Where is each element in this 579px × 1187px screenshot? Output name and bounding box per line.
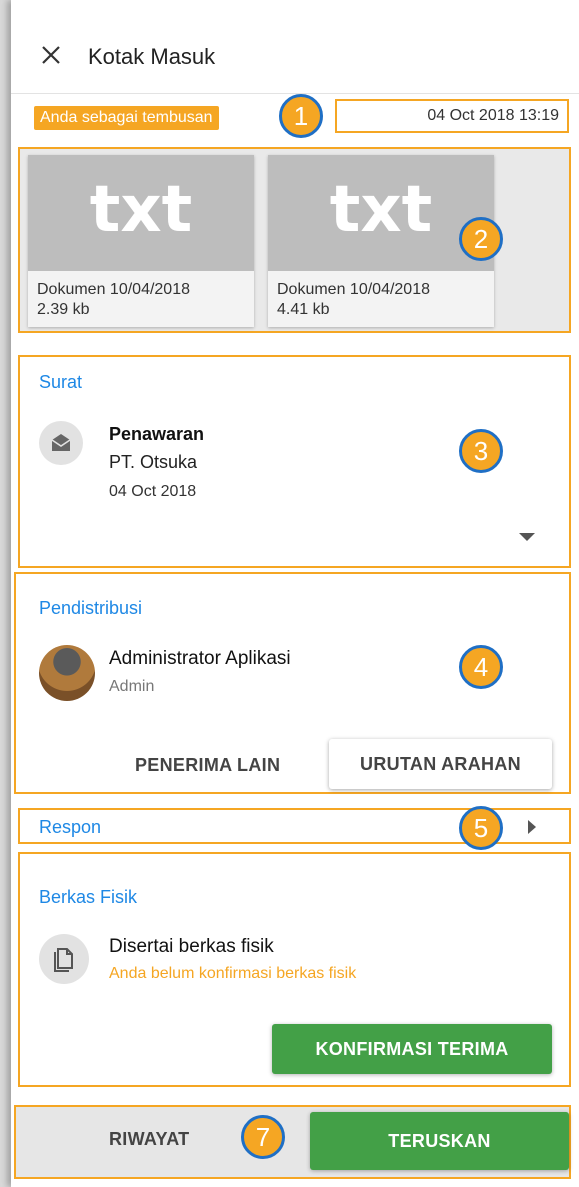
confirm-receive-button[interactable]: KONFIRMASI TERIMA <box>272 1024 552 1074</box>
marker-5: 5 <box>459 806 503 850</box>
attachment-card[interactable]: txt Dokumen 10/04/2018 2.39 kb <box>28 155 254 327</box>
distributor-role: Admin <box>109 678 155 695</box>
marker-4: 4 <box>459 645 503 689</box>
bottom-action-bar: RIWAYAT TERUSKAN <box>14 1105 571 1179</box>
section-title: Berkas Fisik <box>39 887 138 907</box>
forward-button[interactable]: TERUSKAN <box>310 1112 569 1170</box>
marker-7: 7 <box>241 1115 285 1159</box>
marker-2: 2 <box>459 217 503 261</box>
mail-open-icon <box>39 421 83 465</box>
section-title: Pendistribusi <box>39 598 143 618</box>
physical-file-label: Disertai berkas fisik <box>109 936 274 957</box>
attachment-size: 2.39 kb <box>37 301 90 318</box>
close-icon[interactable] <box>39 43 63 67</box>
app-screen: Kotak Masuk Anda sebagai tembusan 04 Oct… <box>11 0 579 1187</box>
physical-file-status: Anda belum konfirmasi berkas fisik <box>109 965 357 982</box>
physical-file-section: Berkas Fisik Disertai berkas fisik Anda … <box>18 852 571 1087</box>
txt-file-icon: txt <box>268 155 494 271</box>
attachment-name: Dokumen 10/04/2018 <box>37 281 190 298</box>
letter-sender: PT. Otsuka <box>109 452 198 472</box>
section-title: Respon <box>39 817 102 837</box>
distributor-name: Administrator Aplikasi <box>109 648 291 669</box>
chevron-down-icon[interactable] <box>517 531 537 543</box>
avatar <box>39 645 95 701</box>
page-title: Kotak Masuk <box>88 44 216 69</box>
direction-order-button[interactable]: URUTAN ARAHAN <box>329 739 552 789</box>
chevron-right-icon[interactable] <box>526 819 538 835</box>
marker-3: 3 <box>459 429 503 473</box>
app-header: Kotak Masuk <box>11 0 579 94</box>
attachment-name: Dokumen 10/04/2018 <box>277 281 430 298</box>
cc-badge: Anda sebagai tembusan <box>34 106 219 130</box>
received-datetime: 04 Oct 2018 13:19 <box>335 99 569 133</box>
letter-date: 04 Oct 2018 <box>109 483 197 500</box>
attachment-size: 4.41 kb <box>277 301 330 318</box>
document-icon <box>39 934 89 984</box>
other-recipients-button[interactable]: PENERIMA LAIN <box>135 755 280 776</box>
txt-file-icon: txt <box>28 155 254 271</box>
marker-1: 1 <box>279 94 323 138</box>
section-title: Surat <box>39 372 83 392</box>
history-button[interactable]: RIWAYAT <box>109 1129 189 1150</box>
letter-subject: Penawaran <box>109 424 205 444</box>
